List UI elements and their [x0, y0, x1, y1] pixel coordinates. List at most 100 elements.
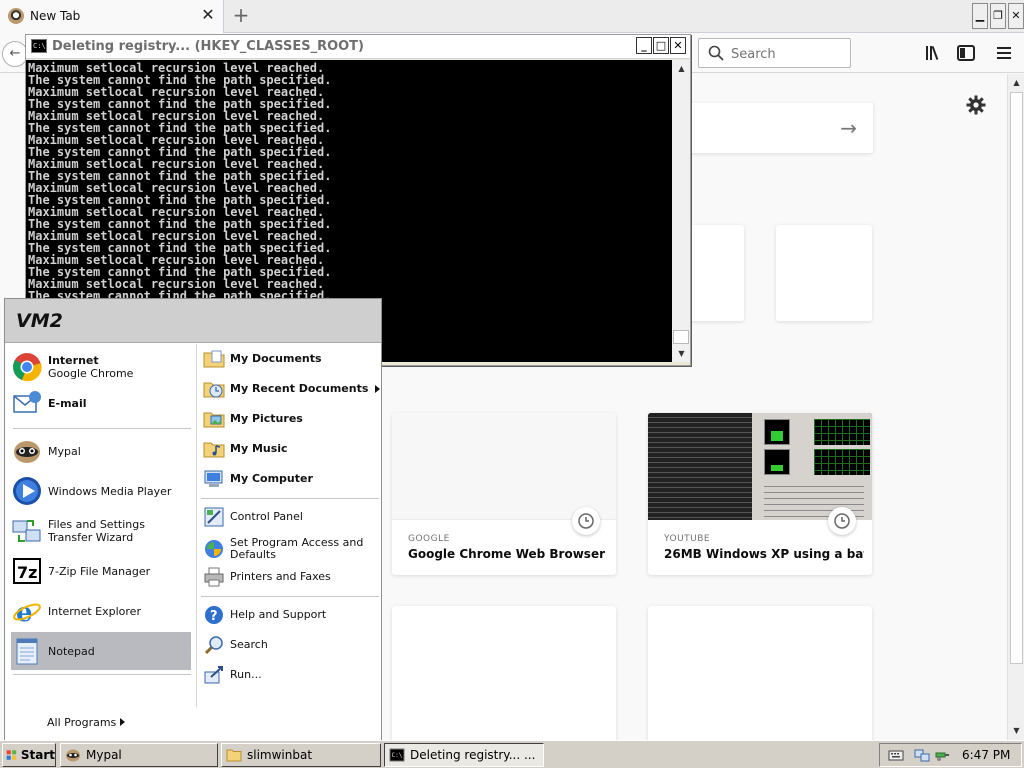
place-label: My Documents [230, 352, 322, 365]
console-scrollbar[interactable]: ▲ ▼ [672, 60, 690, 362]
highlight-thumbnail [648, 413, 872, 520]
start-menu-places: My Documents My Recent Documents My Pict… [196, 344, 381, 707]
highlight-title: Google Chrome Web Browser [408, 547, 605, 561]
network-icon[interactable] [914, 747, 930, 763]
minimize-button[interactable]: ▁ [972, 3, 988, 29]
recent-mypal[interactable]: Mypal [11, 432, 191, 470]
page-search-field[interactable]: → [680, 103, 873, 153]
scroll-up-arrow[interactable]: ▲ [1010, 76, 1023, 90]
taskbar-button-mypal[interactable]: Mypal [60, 743, 218, 767]
help-label: Help and Support [230, 608, 327, 621]
start-menu: VM2 InternetGoogle Chrome E-mail Mypal [4, 298, 382, 742]
highlight-card-google[interactable]: GOOGLE Google Chrome Web Browser [392, 413, 616, 575]
place-label: My Pictures [230, 412, 303, 425]
place-label: My Computer [230, 472, 313, 485]
windows-logo-icon [6, 750, 17, 760]
new-tab-button[interactable]: + [230, 4, 252, 28]
system-label: Printers and Faxes [230, 570, 331, 583]
start-run[interactable]: Run... [203, 662, 381, 688]
close-window-button[interactable]: ✕ [1008, 3, 1024, 29]
library-icon[interactable] [923, 42, 945, 64]
console-scroll-up-arrow[interactable]: ▲ [675, 62, 688, 76]
arrow-right-icon[interactable]: → [840, 116, 857, 140]
start-button[interactable]: Start [2, 743, 56, 767]
pinned-internet[interactable]: Internet Google Chrome [11, 348, 191, 386]
printer-icon [203, 566, 225, 588]
place-my-music[interactable]: My Music [203, 436, 381, 462]
tab-bar: New Tab ✕ + ▁ ❐ ✕ [0, 0, 1024, 33]
help-and-support[interactable]: ? Help and Support [203, 602, 381, 628]
folder-icon [226, 747, 242, 763]
help-label: Run... [230, 668, 262, 681]
console-close-button[interactable]: ✕ [670, 37, 686, 54]
console-title: Deleting registry... (HKEY_CLASSES_ROOT) [52, 39, 364, 54]
all-programs-button[interactable]: All Programs [5, 708, 195, 738]
page-scrollbar[interactable]: ▲ ▼ [1007, 74, 1024, 740]
console-scroll-down-arrow[interactable]: ▼ [675, 347, 688, 361]
gear-icon[interactable] [965, 94, 987, 116]
recent-item-label: Notepad [48, 644, 95, 658]
safely-remove-hardware-icon[interactable] [934, 747, 950, 763]
system-tray: 6:47 PM [879, 743, 1022, 767]
separator [201, 498, 379, 499]
separator [13, 674, 191, 675]
menu-icon[interactable] [993, 42, 1015, 64]
recent-files-settings-transfer[interactable]: Files and Settings Transfer Wizard [11, 512, 191, 550]
system-program-access[interactable]: Set Program Access and Defaults [203, 534, 381, 564]
recent-notepad[interactable]: Notepad [11, 632, 191, 670]
user-name: VM2 [16, 310, 63, 332]
mypal-icon [11, 435, 43, 467]
recent-item-label: Windows Media Player [48, 484, 172, 498]
start-search[interactable]: Search [203, 632, 381, 658]
highlight-card-youtube[interactable]: YOUTUBE 26MB Windows XP using a batch... [648, 413, 872, 575]
recent-item-label: Internet Explorer [48, 604, 141, 618]
top-site-tile[interactable] [776, 225, 872, 321]
place-my-documents[interactable]: My Documents [203, 346, 381, 372]
email-icon [11, 387, 43, 419]
sidebar-icon[interactable] [955, 42, 977, 64]
help-label: Search [230, 638, 268, 651]
console-minimize-button[interactable]: _ [636, 37, 652, 54]
internet-explorer-icon: e [11, 595, 43, 628]
console-titlebar[interactable]: C:\ Deleting registry... (HKEY_CLASSES_R… [26, 35, 690, 59]
transfer-wizard-icon [11, 515, 43, 547]
place-my-computer[interactable]: My Computer [203, 466, 381, 492]
control-panel-icon [203, 506, 225, 528]
all-programs-label: All Programs [47, 716, 117, 729]
console-maximize-button[interactable]: □ [653, 37, 669, 54]
taskbar-button-slimwinbat[interactable]: slimwinbat [221, 743, 381, 767]
taskbar-button-label: Mypal [86, 748, 122, 762]
pinned-item-subtitle: Google Chrome [48, 367, 134, 380]
taskbar-button-label: Deleting registry... ... [410, 748, 536, 762]
restore-button[interactable]: ❐ [990, 3, 1006, 29]
keyboard-icon[interactable] [888, 747, 904, 763]
pinned-email[interactable]: E-mail [11, 384, 191, 422]
recent-item-label: Files and Settings Transfer Wizard [48, 518, 145, 544]
recent-7zip[interactable]: 7z 7-Zip File Manager [11, 552, 191, 590]
recent-internet-explorer[interactable]: e Internet Explorer [11, 592, 191, 630]
highlight-title: 26MB Windows XP using a batch... [664, 547, 864, 561]
program-access-icon [203, 538, 225, 560]
separator [201, 596, 379, 597]
computer-icon [203, 468, 225, 490]
scrollbar-thumb[interactable] [1010, 92, 1023, 664]
scroll-down-arrow[interactable]: ▼ [1010, 724, 1023, 738]
recent-windows-media-player[interactable]: Windows Media Player [11, 472, 191, 510]
close-tab-icon[interactable]: ✕ [200, 6, 216, 24]
tab-new-tab[interactable]: New Tab ✕ [0, 0, 224, 33]
recent-item-label: Mypal [48, 444, 81, 458]
system-printers-faxes[interactable]: Printers and Faxes [203, 564, 381, 590]
7zip-icon: 7z [11, 555, 43, 587]
taskbar-button-console[interactable]: C:\ Deleting registry... ... [384, 743, 544, 767]
chrome-icon [11, 351, 43, 383]
start-menu-footer: All Programs [5, 707, 381, 741]
place-my-recent-documents[interactable]: My Recent Documents [203, 376, 381, 402]
taskbar-button-label: slimwinbat [247, 748, 313, 762]
submenu-arrow-icon [375, 385, 380, 393]
search-input[interactable] [731, 45, 846, 63]
place-my-pictures[interactable]: My Pictures [203, 406, 381, 432]
search-box[interactable] [698, 38, 851, 68]
system-control-panel[interactable]: Control Panel [203, 504, 381, 530]
system-label: Set Program Access and Defaults [230, 536, 364, 561]
console-scrollbar-thumb[interactable] [673, 330, 689, 344]
